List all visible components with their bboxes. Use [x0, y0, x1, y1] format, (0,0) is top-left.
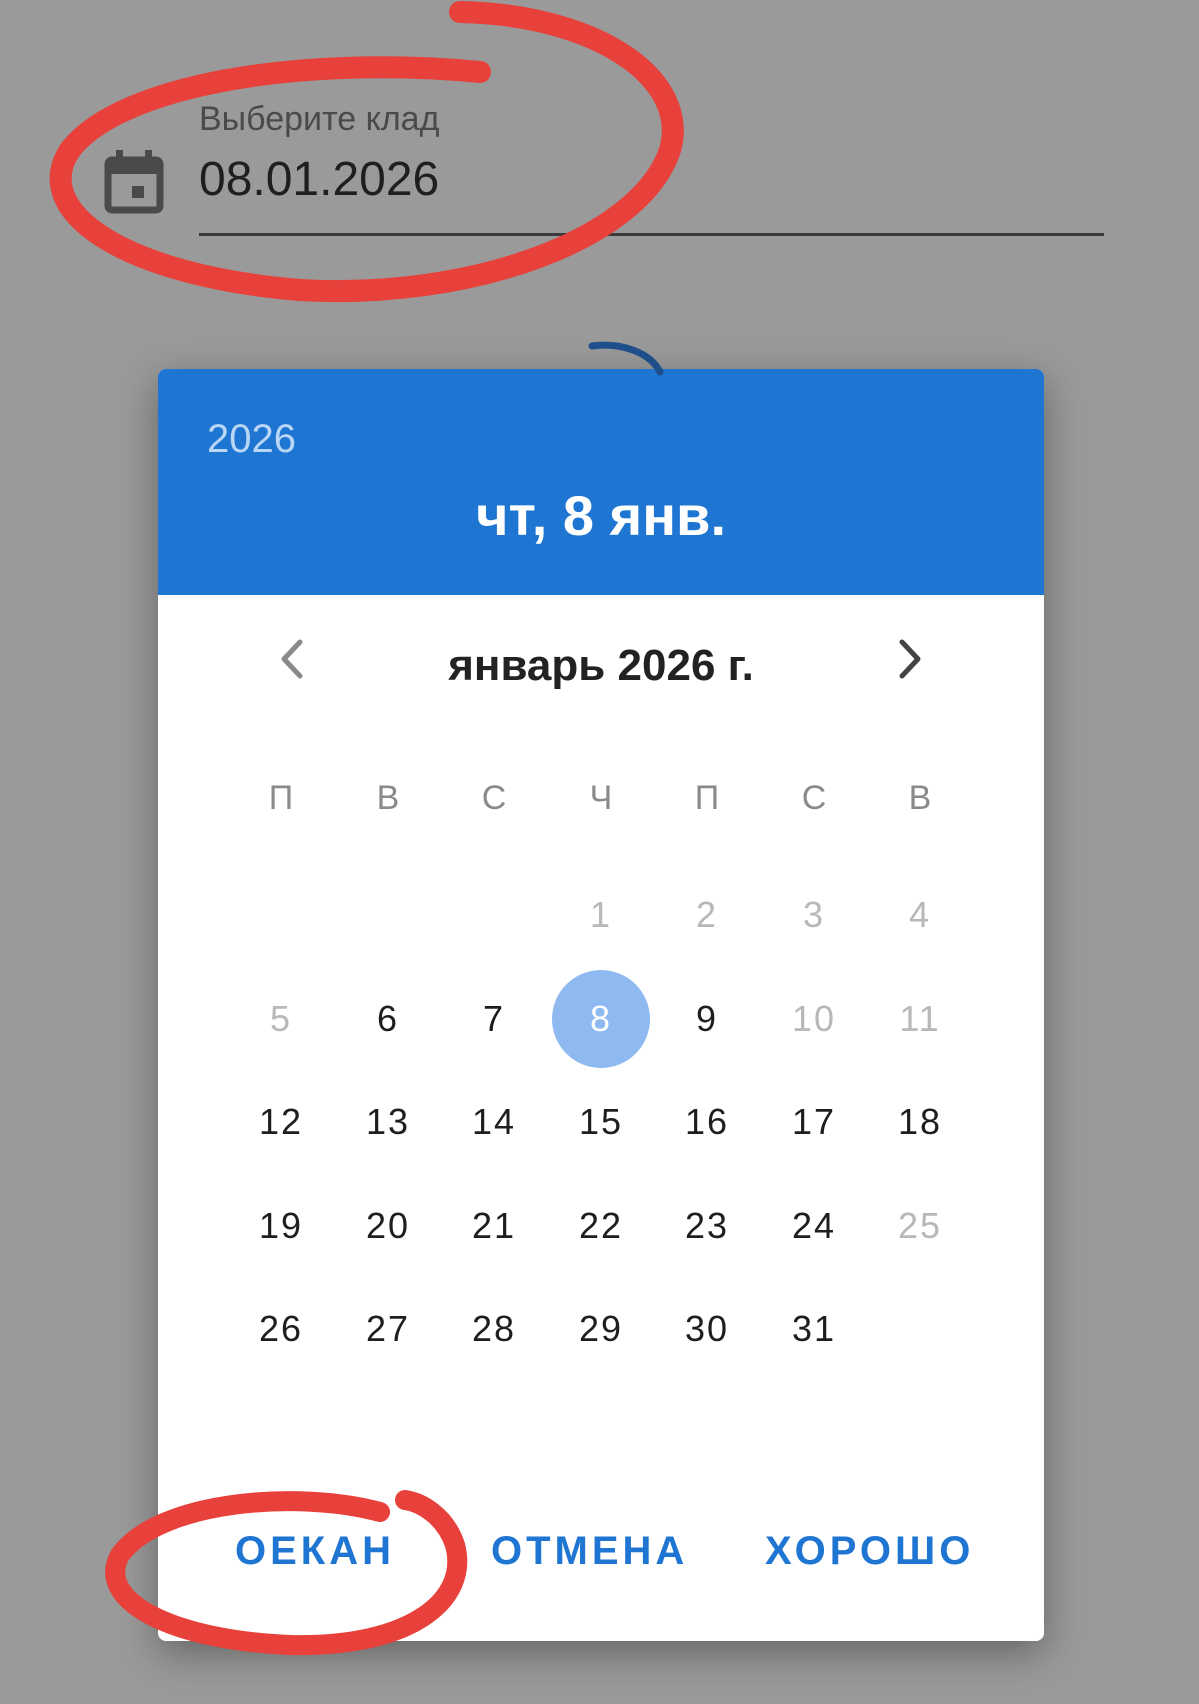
calendar-day[interactable]: 26 [231, 1299, 331, 1359]
calendar-day-number: 3 [802, 894, 826, 935]
calendar-day-number: 24 [791, 1205, 837, 1246]
calendar-day[interactable]: 24 [764, 1196, 864, 1256]
ocean-button[interactable]: ОЕКАН [235, 1529, 395, 1574]
cancel-button[interactable]: ОТМЕНА [491, 1529, 688, 1574]
calendar-day[interactable]: 21 [444, 1196, 544, 1256]
calendar-day-number: 10 [791, 998, 837, 1039]
calendar-day[interactable]: 17 [764, 1092, 864, 1152]
calendar-day[interactable]: 9 [657, 989, 757, 1049]
calendar-day: 3 [764, 885, 864, 945]
calendar-day[interactable]: 27 [338, 1299, 438, 1359]
calendar-day-number: 18 [897, 1101, 943, 1142]
calendar-day[interactable]: 20 [338, 1196, 438, 1256]
dialog-actions: ОЕКАН ОТМЕНА ХОРОШО [158, 1529, 1044, 1609]
date-field-value[interactable]: 08.01.2026 [199, 152, 439, 207]
calendar-day: 11 [870, 989, 970, 1049]
calendar-day-number: 7 [482, 998, 506, 1039]
calendar-day-number: 2 [695, 894, 719, 935]
calendar-day[interactable]: 19 [231, 1196, 331, 1256]
calendar-day[interactable]: 6 [338, 989, 438, 1049]
calendar-day-number: 31 [791, 1308, 837, 1349]
calendar-day: 10 [764, 989, 864, 1049]
calendar-day-number: 4 [908, 894, 932, 935]
calendar-day-number: 19 [258, 1205, 304, 1246]
ok-button[interactable]: ХОРОШО [765, 1529, 974, 1574]
annotation-arc-top [588, 341, 664, 376]
calendar-day: 2 [657, 885, 757, 945]
calendar-day[interactable]: 22 [551, 1196, 651, 1256]
calendar-day-number: 21 [471, 1205, 517, 1246]
calendar-day[interactable]: 31 [764, 1299, 864, 1359]
calendar-day[interactable]: 14 [444, 1092, 544, 1152]
calendar-day-number: 26 [258, 1308, 304, 1349]
calendar-day-number: 6 [376, 998, 400, 1039]
calendar-day: 4 [870, 885, 970, 945]
calendar-day[interactable]: 12 [231, 1092, 331, 1152]
calendar-icon [104, 150, 164, 214]
calendar-day-number: 15 [578, 1101, 624, 1142]
calendar-day-number: 28 [471, 1308, 517, 1349]
calendar-day[interactable]: 7 [444, 989, 544, 1049]
calendar-day[interactable]: 29 [551, 1299, 651, 1359]
calendar-day-number: 17 [791, 1101, 837, 1142]
calendar-day-number: 14 [471, 1101, 517, 1142]
calendar-day-number: 9 [695, 998, 719, 1039]
calendar-grid: 1 2 3 4 5 6 7 8 9 10 11 12 13 14 15 16 17 18 19 20 21 22 23 24 2… [158, 369, 1044, 1641]
calendar-day-number: 16 [684, 1101, 730, 1142]
calendar-day: 1 [551, 885, 651, 945]
calendar-day: 25 [870, 1196, 970, 1256]
calendar-day-number: 25 [897, 1205, 943, 1246]
calendar-day[interactable]: 28 [444, 1299, 544, 1359]
calendar-day-number: 13 [365, 1101, 411, 1142]
calendar-day-number: 12 [258, 1101, 304, 1142]
calendar-day-number: 11 [899, 998, 941, 1039]
calendar-day-number: 1 [589, 894, 613, 935]
calendar-day: 5 [231, 989, 331, 1049]
calendar-day-number: 8 [589, 998, 613, 1039]
calendar-day-selected[interactable]: 8 [551, 970, 651, 1068]
calendar-day-number: 20 [365, 1205, 411, 1246]
calendar-day-number: 23 [684, 1205, 730, 1246]
calendar-day-number: 29 [578, 1308, 624, 1349]
date-field[interactable]: Выберите клад 08.01.2026 [0, 0, 1199, 260]
date-field-underline [199, 233, 1104, 236]
date-field-label: Выберите клад [199, 100, 440, 138]
calendar-day[interactable]: 30 [657, 1299, 757, 1359]
calendar-day-number: 22 [578, 1205, 624, 1246]
calendar-day-number: 30 [684, 1308, 730, 1349]
calendar-day[interactable]: 18 [870, 1092, 970, 1152]
date-picker-dialog: 2026 чт, 8 янв. январь 2026 г. ПВСЧПСВ 1… [158, 369, 1044, 1641]
calendar-day[interactable]: 16 [657, 1092, 757, 1152]
calendar-day-number: 27 [365, 1308, 411, 1349]
calendar-day[interactable]: 13 [338, 1092, 438, 1152]
calendar-day[interactable]: 23 [657, 1196, 757, 1256]
calendar-day[interactable]: 15 [551, 1092, 651, 1152]
calendar-day-number: 5 [269, 998, 293, 1039]
